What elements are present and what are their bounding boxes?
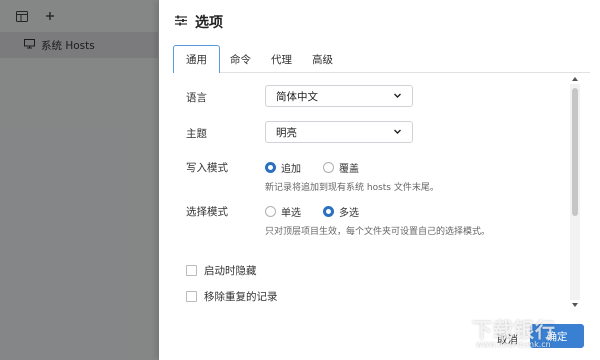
- radio-unchecked-icon[interactable]: [323, 162, 334, 173]
- write-mode-label: 写入模式: [186, 162, 228, 174]
- theme-select[interactable]: 明亮: [265, 121, 413, 143]
- remove-duplicates-checkbox[interactable]: 移除重复的记录: [186, 289, 278, 304]
- select-mode-hint: 只对顶层项目生效，每个文件夹可设置自己的选择模式。: [265, 227, 491, 237]
- radio-label: 单选: [281, 208, 301, 219]
- dialog-header: 选项: [175, 12, 223, 32]
- radio-label: 多选: [339, 208, 359, 219]
- radio-checked-icon[interactable]: [323, 206, 334, 217]
- tab-general[interactable]: 通用: [173, 45, 220, 73]
- radio-checked-icon[interactable]: [265, 162, 276, 173]
- content-scrollbar[interactable]: [570, 74, 580, 310]
- scrollbar-thumb[interactable]: [572, 88, 578, 216]
- radio-unchecked-icon[interactable]: [265, 206, 276, 217]
- tab-advanced[interactable]: 高级: [302, 46, 343, 72]
- chevron-down-icon: [393, 127, 402, 139]
- sliders-icon: [175, 15, 187, 29]
- tab-content-general: 语言 简体中文 主题 明亮 写入模式 追加 覆盖 新记录将追加到现有系统 hos…: [173, 74, 581, 310]
- language-select[interactable]: 简体中文: [265, 85, 413, 107]
- checkbox-label: 启动时隐藏: [204, 265, 257, 277]
- tab-proxy[interactable]: 代理: [261, 46, 302, 72]
- select-mode-radio-group: 单选 多选: [265, 204, 381, 219]
- scroll-down-icon[interactable]: [570, 300, 580, 310]
- write-mode-overwrite[interactable]: 覆盖: [323, 160, 359, 175]
- dialog-title: 选项: [195, 15, 223, 31]
- theme-label: 主题: [186, 128, 207, 140]
- tab-commands[interactable]: 命令: [220, 46, 261, 72]
- checkbox-label: 移除重复的记录: [204, 291, 278, 303]
- cancel-button[interactable]: 取消: [497, 332, 518, 347]
- ok-button[interactable]: 确定: [530, 324, 584, 348]
- checkbox-unchecked-icon[interactable]: [186, 291, 197, 302]
- hide-on-start-checkbox[interactable]: 启动时隐藏: [186, 263, 257, 278]
- select-mode-multiple[interactable]: 多选: [323, 204, 359, 219]
- theme-select-value: 明亮: [276, 126, 297, 139]
- tab-bar: 通用 命令 代理 高级: [173, 44, 590, 73]
- scroll-up-icon[interactable]: [570, 74, 580, 84]
- select-mode-label: 选择模式: [186, 206, 228, 218]
- select-mode-single[interactable]: 单选: [265, 204, 301, 219]
- write-mode-append[interactable]: 追加: [265, 160, 301, 175]
- radio-label: 追加: [281, 164, 301, 175]
- chevron-down-icon: [393, 91, 402, 103]
- write-mode-hint: 新记录将追加到现有系统 hosts 文件末尾。: [265, 183, 439, 193]
- checkbox-unchecked-icon[interactable]: [186, 265, 197, 276]
- language-label: 语言: [186, 92, 207, 104]
- language-select-value: 简体中文: [276, 90, 318, 103]
- options-dialog: 选项 通用 命令 代理 高级 语言 简体中文 主题 明亮 写入模式 追加 覆盖 …: [159, 0, 600, 360]
- write-mode-radio-group: 追加 覆盖: [265, 160, 381, 175]
- dialog-footer: 取消 确定: [159, 318, 600, 360]
- radio-label: 覆盖: [339, 164, 359, 175]
